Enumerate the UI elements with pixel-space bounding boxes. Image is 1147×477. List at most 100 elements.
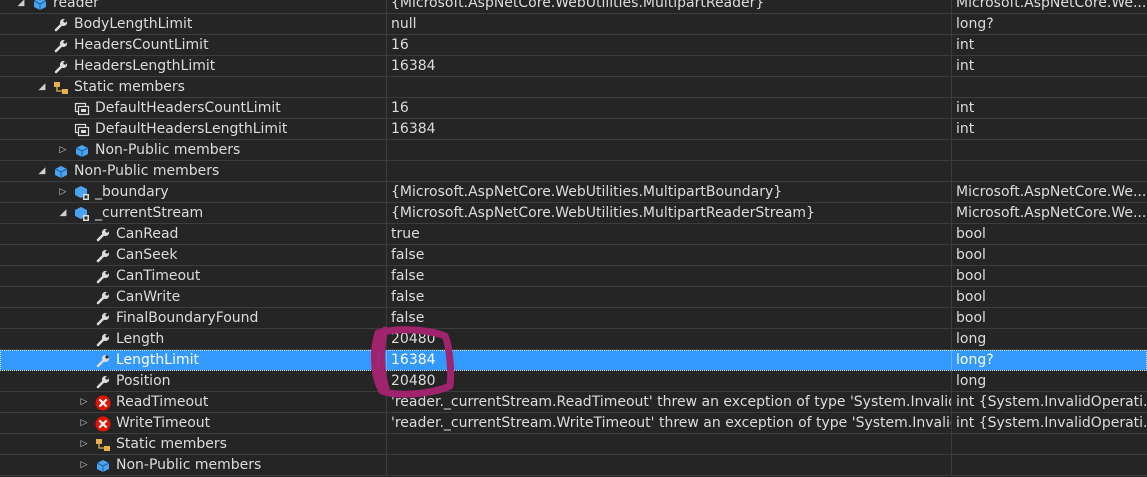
variable-row[interactable]: LengthLimit 16384 long?	[0, 350, 1147, 371]
variable-row[interactable]: ◢ _currentStream {Microsoft.AspNetCore.Web…	[0, 203, 1147, 224]
name-cell[interactable]: DefaultHeadersLengthLimit	[0, 119, 386, 140]
variable-value[interactable]	[387, 161, 951, 182]
variable-row[interactable]: Position 20480 long	[0, 371, 1147, 392]
variable-value[interactable]	[387, 434, 951, 455]
variable-row[interactable]: DefaultHeadersLengthLimit 16384 int	[0, 119, 1147, 140]
variable-name: LengthLimit	[116, 352, 199, 368]
variable-row[interactable]: CanSeek false bool	[0, 245, 1147, 266]
name-cell[interactable]: ▷ Non-Public members	[0, 455, 386, 476]
name-cell[interactable]: BodyLengthLimit	[0, 14, 386, 35]
name-cell[interactable]: ◢ Static members	[0, 77, 386, 98]
variable-row[interactable]: ◢ reader {Microsoft.AspNetCore.WebUtilitie…	[0, 0, 1147, 14]
name-cell[interactable]: ◢ reader	[0, 0, 386, 14]
variable-row[interactable]: ◢ Static members	[0, 77, 1147, 98]
variable-row[interactable]: ▷ ReadTimeout 'reader._currentStream.ReadT…	[0, 392, 1147, 413]
name-cell[interactable]: ◢ Non-Public members	[0, 161, 386, 182]
variable-row[interactable]: ▷ Non-Public members	[0, 140, 1147, 161]
variable-value[interactable]: 16	[387, 98, 951, 119]
property-wrench-icon	[53, 17, 69, 33]
static-members-icon	[95, 437, 111, 453]
error-icon	[95, 416, 111, 432]
variable-row[interactable]: HeadersLengthLimit 16384 int	[0, 56, 1147, 77]
variable-name: Non-Public members	[116, 457, 262, 473]
variable-value[interactable]: 20480	[387, 371, 951, 392]
property-wrench-icon	[53, 38, 69, 54]
variable-row[interactable]: BodyLengthLimit null long?	[0, 14, 1147, 35]
expand-arrow-icon[interactable]: ▷	[77, 434, 91, 455]
variable-value[interactable]: 16384	[387, 56, 951, 77]
variable-type: bool	[956, 289, 986, 305]
name-cell[interactable]: FinalBoundaryFound	[0, 308, 386, 329]
name-cell[interactable]: CanSeek	[0, 245, 386, 266]
variable-value[interactable]	[387, 77, 951, 98]
variable-value[interactable]	[387, 455, 951, 476]
variable-row[interactable]: CanRead true bool	[0, 224, 1147, 245]
variable-row[interactable]: FinalBoundaryFound false bool	[0, 308, 1147, 329]
variable-name: CanWrite	[116, 289, 181, 305]
name-cell[interactable]: LengthLimit	[0, 350, 386, 371]
name-cell[interactable]: CanTimeout	[0, 266, 386, 287]
name-cell[interactable]: CanWrite	[0, 287, 386, 308]
variable-value[interactable]: false	[387, 287, 951, 308]
private-field-icon	[74, 206, 90, 222]
variable-value[interactable]: false	[387, 266, 951, 287]
variable-type: Microsoft.AspNetCore.We...	[956, 0, 1147, 11]
expand-arrow-icon[interactable]: ▷	[77, 413, 91, 434]
name-cell[interactable]: Length	[0, 329, 386, 350]
name-cell[interactable]: CanRead	[0, 224, 386, 245]
variable-type	[952, 455, 1147, 476]
name-cell[interactable]: HeadersCountLimit	[0, 35, 386, 56]
name-cell[interactable]: ▷ ReadTimeout	[0, 392, 386, 413]
variable-name: BodyLengthLimit	[74, 16, 193, 32]
name-cell[interactable]: ▷ Static members	[0, 434, 386, 455]
variable-value[interactable]: 20480	[387, 329, 951, 350]
variable-value[interactable]: {Microsoft.AspNetCore.WebUtilities.Multi…	[387, 182, 951, 203]
variable-value[interactable]	[387, 140, 951, 161]
name-cell[interactable]: HeadersLengthLimit	[0, 56, 386, 77]
collapse-arrow-icon[interactable]: ◢	[14, 0, 28, 14]
variable-value[interactable]: 16384	[387, 350, 951, 371]
variable-row[interactable]: ▷ _boundary {Microsoft.AspNetCore.WebUtili…	[0, 182, 1147, 203]
collapse-arrow-icon[interactable]: ◢	[35, 161, 49, 182]
collapse-arrow-icon[interactable]: ◢	[35, 77, 49, 98]
variable-row[interactable]: CanWrite false bool	[0, 287, 1147, 308]
variable-type: bool	[956, 268, 986, 284]
variable-row[interactable]: ▷ Non-Public members	[0, 455, 1147, 476]
variable-name: Non-Public members	[74, 163, 220, 179]
name-cell[interactable]: ▷ Non-Public members	[0, 140, 386, 161]
variable-type	[952, 434, 1147, 455]
variable-value[interactable]: true	[387, 224, 951, 245]
variable-value[interactable]: false	[387, 308, 951, 329]
name-cell[interactable]: ▷ WriteTimeout	[0, 413, 386, 434]
variable-row[interactable]: ▷ Static members	[0, 434, 1147, 455]
expand-arrow-icon[interactable]: ▷	[77, 392, 91, 413]
variable-value[interactable]: null	[387, 14, 951, 35]
property-wrench-icon	[95, 353, 111, 369]
variable-value[interactable]: {Microsoft.AspNetCore.WebUtilities.Multi…	[387, 0, 951, 14]
variable-type: int {System.InvalidOperati...	[956, 415, 1147, 431]
variable-row[interactable]: ▷ WriteTimeout 'reader._currentStream.Writ…	[0, 413, 1147, 434]
expand-arrow-icon[interactable]: ▷	[56, 182, 70, 203]
variable-value[interactable]: 'reader._currentStream.WriteTimeout' thr…	[387, 413, 951, 434]
name-cell[interactable]: ▷ _boundary	[0, 182, 386, 203]
variable-name: FinalBoundaryFound	[116, 310, 259, 326]
name-cell[interactable]: Position	[0, 371, 386, 392]
variable-row[interactable]: ◢ Non-Public members	[0, 161, 1147, 182]
variable-row[interactable]: Length 20480 long	[0, 329, 1147, 350]
variable-row[interactable]: CanTimeout false bool	[0, 266, 1147, 287]
variable-value[interactable]: 16384	[387, 119, 951, 140]
variable-value[interactable]: {Microsoft.AspNetCore.WebUtilities.Multi…	[387, 203, 951, 224]
variable-row[interactable]: DefaultHeadersCountLimit 16 int	[0, 98, 1147, 119]
expand-arrow-icon[interactable]: ▷	[77, 455, 91, 476]
name-cell[interactable]: ◢ _currentStream	[0, 203, 386, 224]
variable-value[interactable]: false	[387, 245, 951, 266]
variable-row[interactable]: HeadersCountLimit 16 int	[0, 35, 1147, 56]
expand-arrow-icon[interactable]: ▷	[56, 140, 70, 161]
variable-value[interactable]: 16	[387, 35, 951, 56]
variable-name: DefaultHeadersLengthLimit	[95, 121, 288, 137]
collapse-arrow-icon[interactable]: ◢	[56, 203, 70, 224]
name-cell[interactable]: DefaultHeadersCountLimit	[0, 98, 386, 119]
variable-name: HeadersCountLimit	[74, 37, 209, 53]
variable-name: CanTimeout	[116, 268, 201, 284]
variable-value[interactable]: 'reader._currentStream.ReadTimeout' thre…	[387, 392, 951, 413]
